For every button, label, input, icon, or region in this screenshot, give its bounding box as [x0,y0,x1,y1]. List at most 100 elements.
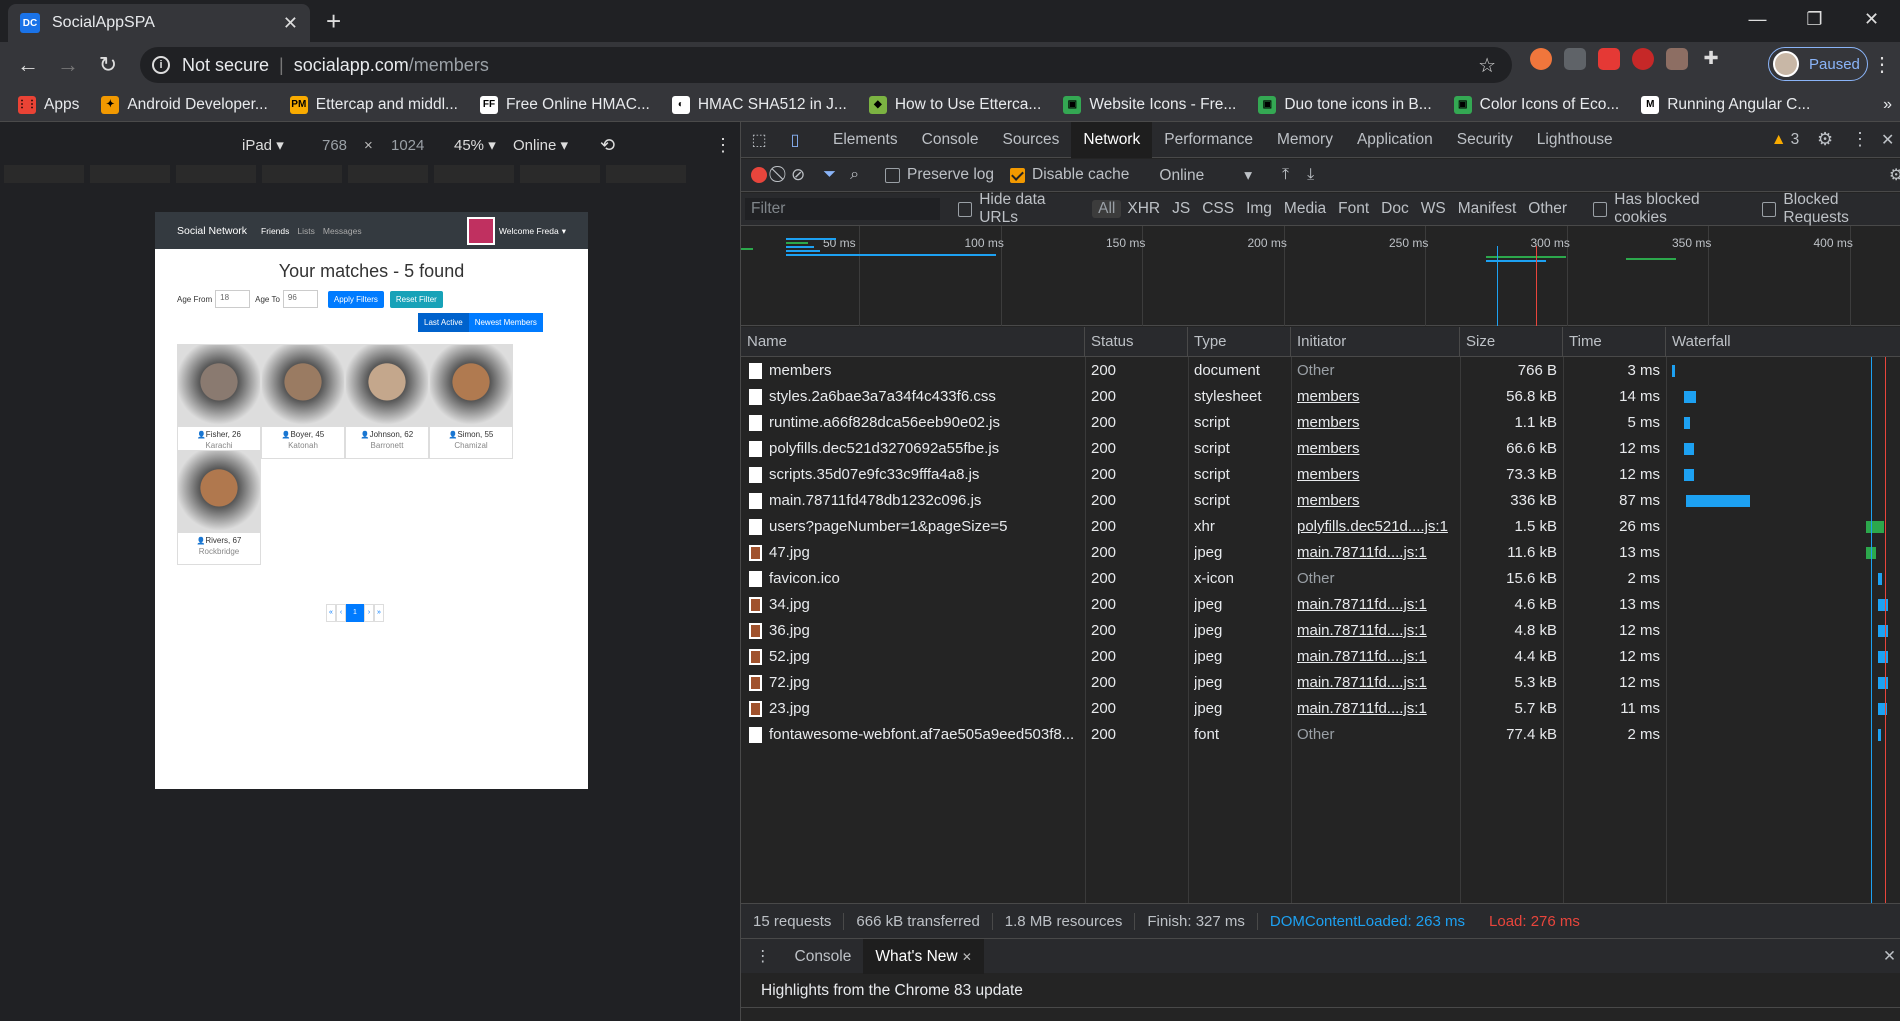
drawer-menu-icon[interactable]: ⋮ [755,947,771,966]
bookmark-item[interactable]: ◐ HMAC SHA512 in J... [671,95,847,114]
devtools-tab-elements[interactable]: Elements [821,122,910,158]
blocked-requests-toggle[interactable]: Blocked Requests [1762,191,1900,227]
type-filter-img[interactable]: Img [1240,200,1278,218]
minimize-button[interactable]: — [1729,0,1786,38]
profile-button[interactable]: Paused [1768,47,1868,81]
request-row[interactable]: polyfills.dec521d3270692a55fbe.js 200 scri… [741,436,1900,462]
search-icon[interactable]: ⌕ [850,166,859,184]
network-throttle-select[interactable]: Online ▾ [1159,166,1252,185]
network-overview[interactable]: 50 ms 100 ms 150 ms 200 ms 250 ms 300 ms 350 m… [741,226,1900,326]
age-from-input[interactable]: 18 [215,290,251,308]
request-row[interactable]: main.78711fd478db1232c096.js 200 script mem… [741,488,1900,514]
bookmark-item[interactable]: M Running Angular C... [1641,95,1810,114]
new-tab-button[interactable]: + [326,6,341,37]
request-initiator[interactable]: members [1297,462,1460,488]
blocked-cookies-toggle[interactable]: Has blocked cookies [1593,191,1748,227]
column-header-type[interactable]: Type [1188,327,1291,357]
bookmark-item[interactable]: PM Ettercap and middl... [289,95,458,114]
bookmarks-overflow-icon[interactable]: » [1883,96,1892,114]
drawer-tab-console[interactable]: Console [783,939,864,974]
type-filter-all[interactable]: All [1092,200,1122,218]
devtools-tab-sources[interactable]: Sources [991,122,1072,158]
request-initiator[interactable]: main.78711fd....js:1 [1297,644,1460,670]
export-har-icon[interactable]: ⤓ [1307,166,1314,184]
device-toggle-icon[interactable]: ▯ [777,130,813,150]
record-icon[interactable] [751,167,767,183]
network-settings-icon[interactable]: ⚙ [1889,165,1900,185]
age-to-input[interactable]: 96 [282,290,318,308]
preserve-log-toggle[interactable]: Preserve log [885,166,994,184]
rotate-icon[interactable]: ⟲ [600,135,615,156]
member-photo[interactable] [178,345,260,427]
request-row[interactable]: 23.jpg 200 jpeg main.78711fd....js:1 5.7 kB 1… [741,696,1900,722]
bookmark-item[interactable]: ▣ Duo tone icons in B... [1258,95,1432,114]
device-select[interactable]: iPad ▾ [242,136,284,154]
blocked-cookies-checkbox[interactable] [1593,201,1608,217]
drive-extension-icon[interactable] [1564,48,1586,70]
devtools-tab-application[interactable]: Application [1345,122,1445,158]
forward-button[interactable]: → [48,52,88,78]
request-row[interactable]: 72.jpg 200 jpeg main.78711fd....js:1 5.3 kB 1… [741,670,1900,696]
zoom-select[interactable]: 45% ▾ [454,136,496,154]
type-filter-manifest[interactable]: Manifest [1452,200,1523,218]
settings-gear-icon[interactable]: ⚙ [1817,129,1833,150]
request-row[interactable]: styles.2a6bae3a7a34f4c433f6.css 200 styles… [741,384,1900,410]
request-initiator[interactable]: main.78711fd....js:1 [1297,592,1460,618]
bookmark-item[interactable]: FF Free Online HMAC... [479,95,650,114]
drawer-tab-whats-new[interactable]: What's New ✕ [863,938,984,974]
reset-filter-button[interactable]: Reset Filter [389,290,443,308]
request-initiator[interactable]: members [1297,410,1460,436]
close-drawer-tab-icon[interactable]: ✕ [962,950,972,964]
filter-input[interactable]: Filter [745,198,940,220]
hide-data-urls-checkbox[interactable] [957,201,973,217]
bookmark-item[interactable]: ▣ Color Icons of Eco... [1453,95,1619,114]
nav-messages[interactable]: Messages [323,226,362,236]
throttle-select[interactable]: Online ▾ [513,136,568,154]
device-width-input[interactable]: 768 [322,137,347,154]
bookmark-item[interactable]: ✦ Android Developer... [101,95,268,114]
puzzle-icon[interactable]: ✚ [1700,48,1722,70]
disable-cache-checkbox[interactable] [1010,167,1026,183]
page-button[interactable]: ‹ [336,604,346,622]
request-initiator[interactable]: main.78711fd....js:1 [1297,696,1460,722]
request-row[interactable]: users?pageNumber=1&pageSize=5 200 xhr polyf… [741,514,1900,540]
filter-funnel-icon[interactable]: ⏷ [823,166,836,184]
request-initiator[interactable]: members [1297,384,1460,410]
food-extension-icon[interactable] [1666,48,1688,70]
browser-tab[interactable]: DC SocialAppSPA ✕ [8,4,310,42]
type-filter-font[interactable]: Font [1332,200,1375,218]
page-button[interactable]: » [374,604,384,622]
devtools-tab-performance[interactable]: Performance [1152,122,1265,158]
devtools-tab-lighthouse[interactable]: Lighthouse [1525,122,1625,158]
close-window-button[interactable]: ✕ [1843,0,1900,38]
request-row[interactable]: runtime.a66f828dca56eeb90e02.js 200 script… [741,410,1900,436]
member-photo[interactable] [430,345,512,427]
member-card[interactable]: 👤Johnson, 62 Barronett [345,344,429,459]
page-current[interactable]: 1 [346,604,364,622]
column-header-status[interactable]: Status [1085,327,1188,357]
request-initiator[interactable]: main.78711fd....js:1 [1297,540,1460,566]
warnings-badge[interactable]: ▲ 3 [1771,131,1799,149]
disable-cache-toggle[interactable]: Disable cache [1010,166,1129,184]
ublock-extension-icon[interactable] [1632,48,1654,70]
request-row[interactable]: 34.jpg 200 jpeg main.78711fd....js:1 4.6 kB 1… [741,592,1900,618]
member-card[interactable]: 👤Boyer, 45 Katonah [261,344,345,459]
request-row[interactable]: 47.jpg 200 jpeg main.78711fd....js:1 11.6 kB… [741,540,1900,566]
site-brand[interactable]: Social Network [177,225,247,237]
bookmark-star-icon[interactable]: ☆ [1478,53,1496,78]
type-filter-css[interactable]: CSS [1196,200,1240,218]
inspect-icon[interactable]: ⬚ [741,130,777,150]
member-card[interactable]: 👤Rivers, 67 Rockbridge [177,450,261,565]
request-initiator[interactable]: members [1297,436,1460,462]
member-photo[interactable] [262,345,344,427]
close-devtools-icon[interactable]: ✕ [1881,130,1894,150]
member-photo[interactable] [346,345,428,427]
device-more-icon[interactable]: ⋮ [714,135,732,156]
restore-button[interactable]: ❐ [1786,0,1843,38]
devtools-more-icon[interactable]: ⋮ [1851,129,1869,150]
request-initiator[interactable]: main.78711fd....js:1 [1297,670,1460,696]
column-header-size[interactable]: Size [1460,327,1563,357]
request-row[interactable]: fontawesome-webfont.af7ae505a9eed503f8..… [741,722,1900,748]
member-card[interactable]: 👤Fisher, 26 Karachi [177,344,261,459]
bookmark-item[interactable]: ▣ Website Icons - Fre... [1063,95,1236,114]
